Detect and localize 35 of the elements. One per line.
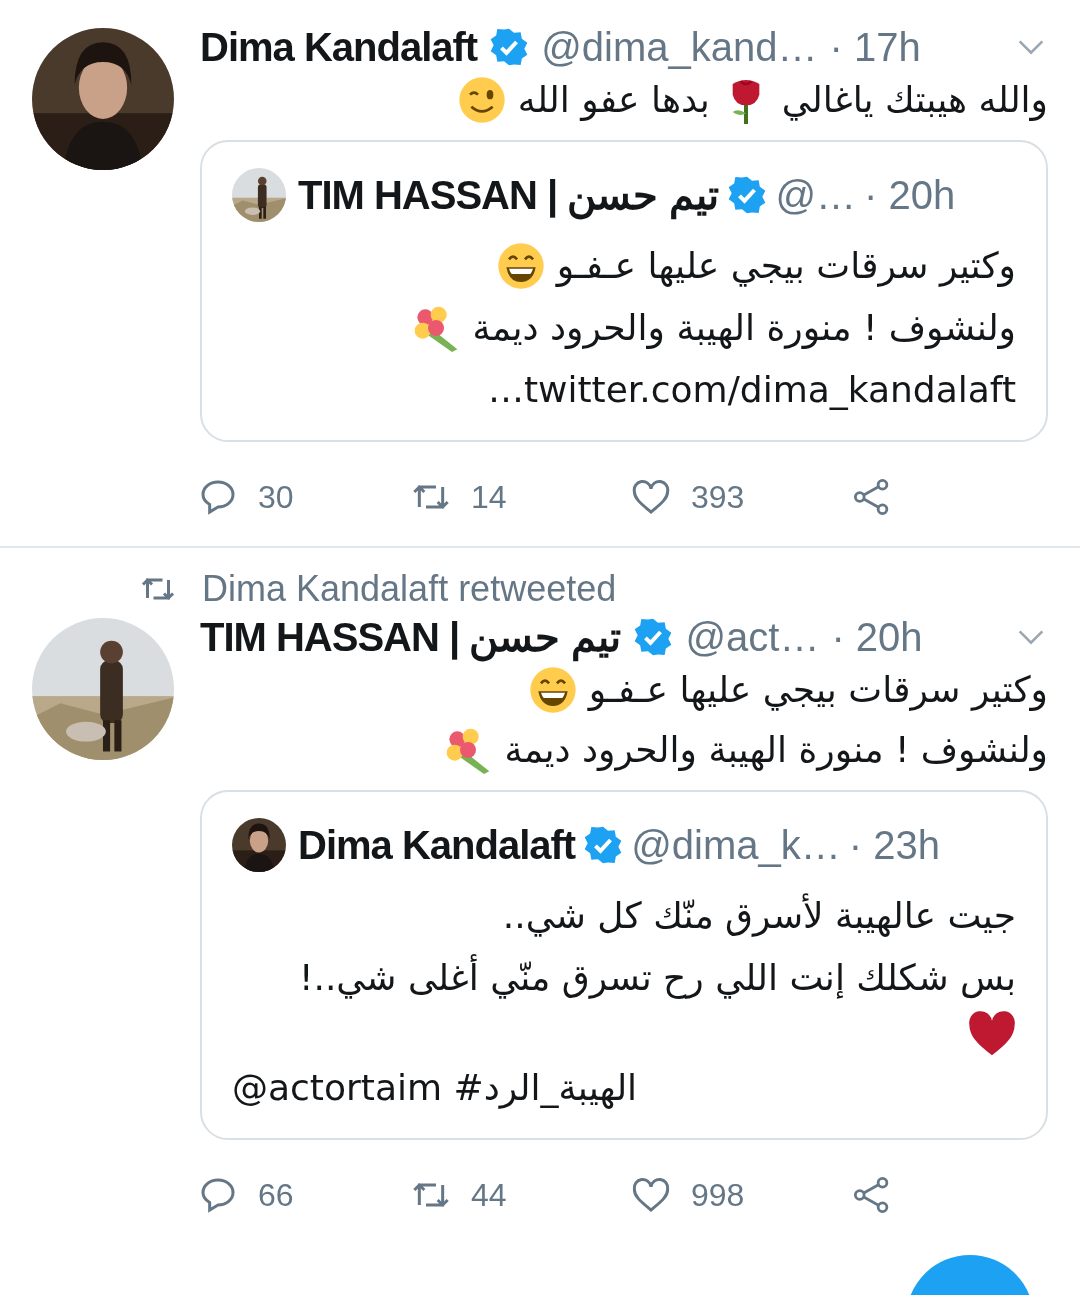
tweet-text: وكتير سرقات بيجي عليها عـفـو bbox=[588, 668, 1048, 713]
tweet-time: · 20h bbox=[864, 175, 956, 215]
tweet-text: والله هيبتك ياغالي bbox=[781, 78, 1048, 123]
author-name: TIM HASSAN | تيم حسن bbox=[200, 611, 622, 663]
like-count: 998 bbox=[691, 1176, 745, 1215]
user-handle: @act… bbox=[685, 617, 820, 657]
user-handle: @dima_k… bbox=[631, 825, 841, 865]
grinning-face-icon bbox=[528, 666, 577, 714]
tweet-time: · 23h bbox=[848, 825, 940, 865]
user-handle: @dima_kand… bbox=[541, 27, 818, 67]
tweet-text: ولنشوف ! منورة الهيبة والحرود ديمة bbox=[504, 728, 1048, 773]
retweet-count: 14 bbox=[471, 478, 507, 517]
like-count: 393 bbox=[691, 478, 745, 517]
tweet-text: بدها عفو الله bbox=[517, 78, 710, 123]
reply-count: 30 bbox=[258, 478, 294, 517]
heart-icon bbox=[968, 1010, 1016, 1058]
retweeted-label: Dima Kandalaft retweeted bbox=[202, 567, 617, 611]
like-icon[interactable] bbox=[631, 1175, 671, 1215]
tweet-text: وكتير سرقات بيجي عليها عـفـو bbox=[556, 244, 1016, 289]
author-name: TIM HASSAN | تيم حسن bbox=[298, 169, 720, 221]
reply-count: 66 bbox=[258, 1176, 294, 1215]
user-handle: @… bbox=[775, 175, 857, 215]
tweet-text: جيت عالهيبة لأسرق منّك كل شي.. bbox=[502, 892, 1016, 939]
author-name: Dima Kandalaft bbox=[200, 24, 478, 71]
retweet-count: 44 bbox=[471, 1176, 507, 1215]
tweet-text: بس شكلك إنت اللي رح تسرق منّي أغلى شي..! bbox=[299, 948, 1016, 1008]
tweet-time: · 17h bbox=[829, 27, 921, 67]
tweet-time: · 20h bbox=[831, 617, 923, 657]
grinning-face-icon bbox=[496, 242, 545, 290]
tweet-text: ولنشوف ! منورة الهيبة والحرود ديمة bbox=[472, 306, 1016, 351]
wink-face-icon bbox=[457, 76, 506, 124]
author-name: Dima Kandalaft bbox=[298, 822, 576, 869]
like-icon[interactable] bbox=[631, 477, 671, 517]
tweet-text: twitter.com/dima_kandalaft… bbox=[487, 368, 1016, 412]
tweet-text: @actortaim #الهيبة_الرد bbox=[232, 1066, 638, 1111]
